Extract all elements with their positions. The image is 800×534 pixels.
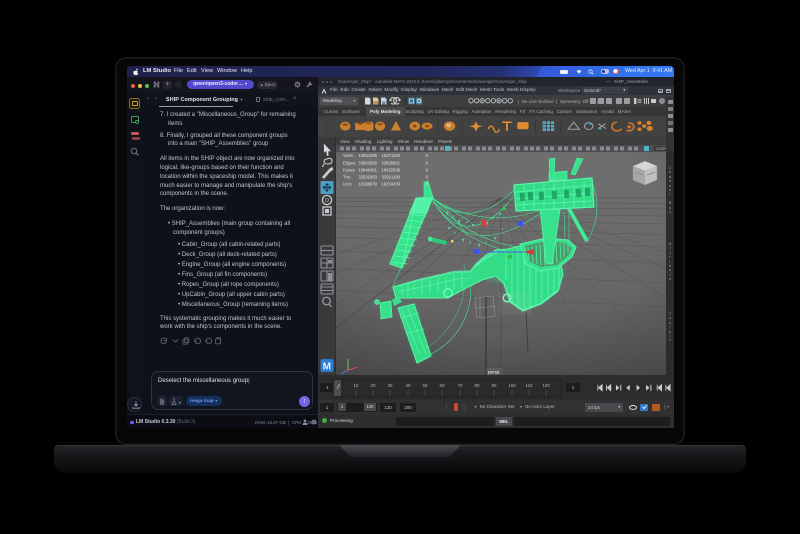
svg-text:120: 120 bbox=[542, 383, 550, 388]
svg-text:60: 60 bbox=[440, 383, 445, 388]
svg-text:19234439: 19234439 bbox=[381, 182, 400, 187]
svg-text:10: 10 bbox=[354, 383, 359, 388]
svg-text:16894495: 16894495 bbox=[358, 153, 377, 158]
svg-text:33903568: 33903568 bbox=[358, 160, 377, 165]
svg-text:0: 0 bbox=[338, 383, 341, 388]
svg-text:30: 30 bbox=[388, 383, 393, 388]
svg-text:32826901: 32826901 bbox=[381, 160, 400, 165]
svg-text:persp: persp bbox=[488, 370, 500, 375]
svg-text:100: 100 bbox=[508, 383, 516, 388]
svg-text:50: 50 bbox=[423, 383, 428, 388]
svg-text:20: 20 bbox=[371, 383, 376, 388]
svg-text:70: 70 bbox=[458, 383, 463, 388]
svg-text:Verts:: Verts: bbox=[343, 153, 354, 158]
svg-text:16432938: 16432938 bbox=[381, 167, 400, 172]
svg-text:Edges:: Edges: bbox=[343, 160, 356, 165]
svg-text:40: 40 bbox=[406, 383, 411, 388]
svg-text:80: 80 bbox=[475, 383, 480, 388]
svg-text:16271183: 16271183 bbox=[382, 153, 401, 158]
svg-text:90: 90 bbox=[492, 383, 497, 388]
svg-text:19188879: 19188879 bbox=[358, 182, 377, 187]
svg-text:32591863: 32591863 bbox=[358, 175, 377, 180]
svg-text:33921199: 33921199 bbox=[382, 175, 401, 180]
svg-text:M: M bbox=[323, 362, 331, 373]
svg-text:16946481: 16946481 bbox=[358, 167, 377, 172]
svg-text:UVs:: UVs: bbox=[343, 182, 352, 187]
svg-text:Tris:: Tris: bbox=[343, 175, 351, 180]
svg-text:110: 110 bbox=[526, 383, 534, 388]
svg-text:Faces:: Faces: bbox=[343, 167, 356, 172]
